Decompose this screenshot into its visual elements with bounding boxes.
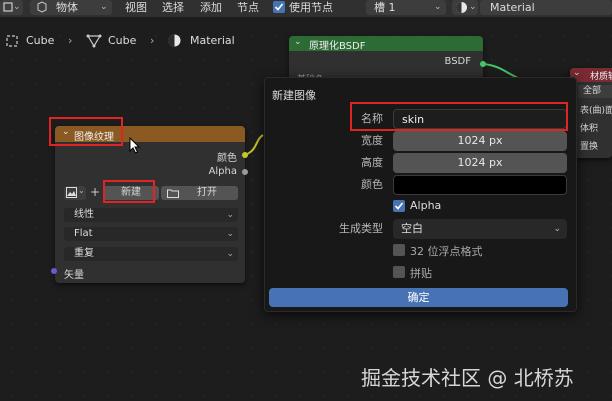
- interpolation-dropdown[interactable]: 线性 ⌄: [64, 208, 238, 222]
- chevron-down-icon: ⌄: [226, 229, 234, 239]
- open-image-label: 打开: [197, 187, 217, 198]
- interpolation-value: 线性: [74, 209, 94, 220]
- volume-label: 体积: [580, 124, 599, 134]
- color-output-label: 颜色: [217, 153, 237, 164]
- highlight-new-button: [103, 180, 155, 203]
- displacement-label: 置换: [580, 142, 599, 152]
- node-header[interactable]: ⌄ 原理化BSDF: [289, 36, 483, 52]
- image-icon: [66, 187, 77, 201]
- tiled-checkbox[interactable]: [393, 266, 405, 278]
- mouse-cursor-icon: [129, 136, 141, 158]
- node-title: 材质输出: [590, 72, 612, 82]
- dialog-title: 新建图像: [272, 89, 316, 102]
- projection-value: Flat: [74, 228, 93, 239]
- height-label: 高度: [361, 156, 383, 169]
- highlight-node-title: [49, 117, 123, 146]
- vector-input-label: 矢量: [64, 270, 84, 281]
- ok-button[interactable]: 确定: [269, 288, 568, 307]
- color-label: 颜色: [361, 178, 383, 191]
- float-buffer-checkbox[interactable]: [393, 244, 405, 256]
- open-image-button[interactable]: 打开: [161, 186, 238, 200]
- generated-type-value: 空白: [401, 222, 423, 235]
- width-value: 1024 px: [457, 134, 503, 147]
- surface-label: 表(曲)面: [580, 106, 612, 116]
- chevron-down-icon: ⌄: [78, 186, 85, 195]
- folder-icon: [167, 188, 179, 203]
- chevron-down-icon: ⌄: [553, 224, 561, 234]
- plus-icon: +: [90, 185, 101, 199]
- highlight-name-field: [350, 102, 568, 131]
- generated-type-dropdown[interactable]: 空白 ⌄: [393, 219, 567, 239]
- height-value: 1024 px: [457, 156, 503, 169]
- bsdf-output-label: BSDF: [444, 56, 471, 67]
- vector-input-socket[interactable]: [51, 268, 57, 274]
- width-field[interactable]: 1024 px: [393, 131, 567, 151]
- height-field[interactable]: 1024 px: [393, 153, 567, 173]
- image-browse-button[interactable]: ⌄: [64, 186, 86, 200]
- bsdf-output-socket[interactable]: [480, 61, 486, 67]
- width-label: 宽度: [361, 134, 383, 147]
- node-title: 原理化BSDF: [309, 41, 366, 52]
- extension-value: 重复: [74, 248, 94, 259]
- watermark-text: 掘金技术社区 @ 北桥苏: [361, 366, 574, 390]
- float-buffer-label: 32 位浮点格式: [410, 245, 483, 258]
- chevron-down-icon: ⌄: [294, 37, 302, 47]
- target-value: 全部: [583, 86, 602, 96]
- chevron-down-icon: ⌄: [226, 249, 234, 259]
- chevron-down-icon: ⌄: [226, 210, 234, 220]
- color-swatch[interactable]: [393, 175, 567, 195]
- generated-type-label: 生成类型: [339, 222, 383, 235]
- alpha-label: Alpha: [410, 199, 442, 212]
- color-output-socket[interactable]: [242, 152, 248, 158]
- principled-bsdf-node[interactable]: ⌄ 原理化BSDF BSDF 基础色: [289, 36, 483, 85]
- alpha-checkbox[interactable]: [393, 200, 405, 212]
- projection-dropdown[interactable]: Flat ⌄: [64, 227, 238, 241]
- alpha-output-socket[interactable]: [242, 169, 248, 175]
- extension-dropdown[interactable]: 重复 ⌄: [64, 247, 238, 261]
- alpha-output-label: Alpha: [208, 166, 237, 177]
- ok-label: 确定: [407, 291, 430, 304]
- target-dropdown[interactable]: 全部: [578, 85, 612, 98]
- tiled-label: 拼贴: [410, 267, 432, 280]
- checkbox-icon: [394, 202, 404, 210]
- image-texture-node[interactable]: ⌄ 图像纹理 颜色 Alpha ⌄ + 新建 打开 线性 ⌄ Flat ⌄ 重复…: [55, 126, 245, 283]
